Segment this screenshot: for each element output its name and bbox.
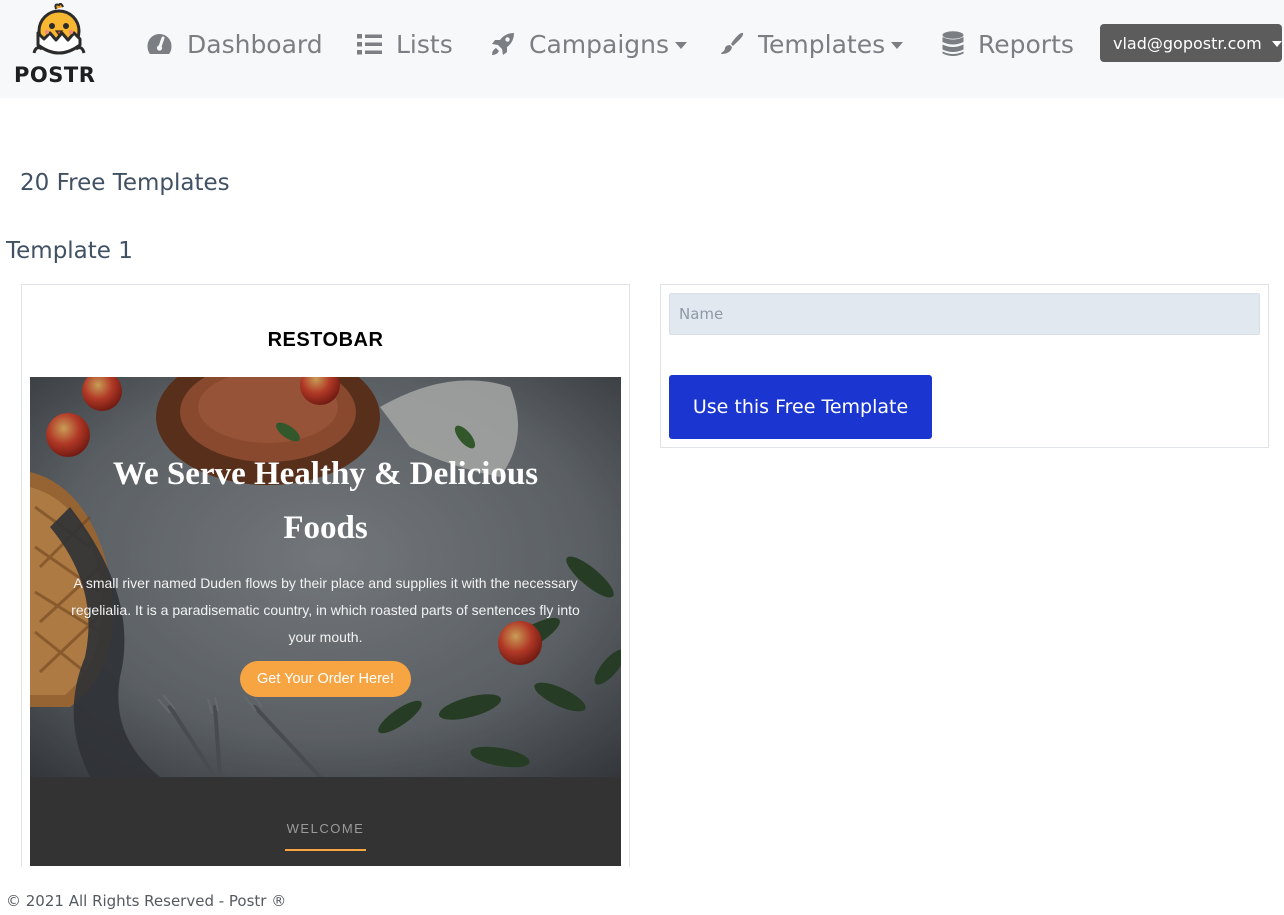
preview-hero: We Serve Healthy & Delicious Foods A sma… [30, 377, 621, 777]
template-preview: RESTOBAR We Serve Healthy & Delicious Fo… [21, 284, 630, 866]
postr-logo[interactable]: POSTR [12, 3, 102, 88]
welcome-section: WELCOME [30, 777, 621, 866]
welcome-underline [285, 849, 366, 851]
nav-campaigns[interactable]: Campaigns [491, 26, 688, 62]
rocket-icon [491, 32, 515, 56]
name-input[interactable] [669, 293, 1260, 335]
use-template-button[interactable]: Use this Free Template [669, 375, 932, 439]
order-button[interactable]: Get Your Order Here! [240, 661, 411, 697]
gauge-icon [146, 32, 173, 56]
nav-templates-label: Templates [758, 29, 886, 59]
hero-description: A small river named Duden flows by their… [71, 575, 580, 645]
nav-lists[interactable]: Lists [357, 26, 453, 62]
nav-lists-label: Lists [396, 29, 453, 59]
nav-templates[interactable]: Templates [720, 26, 904, 62]
logo-wordmark: POSTR [14, 63, 96, 87]
welcome-label: WELCOME [286, 821, 365, 836]
page-title: 20 Free Templates [20, 170, 230, 196]
preview-brand-title: RESTOBAR [267, 329, 384, 351]
chevron-down-icon [675, 41, 688, 49]
chick-mascot-icon [32, 3, 86, 55]
nav-reports-label: Reports [978, 29, 1074, 59]
paint-brush-icon [720, 32, 744, 56]
nav-reports[interactable]: Reports [942, 26, 1074, 62]
template-title: Template 1 [6, 238, 133, 264]
hero-title: We Serve Healthy & Delicious Foods [112, 456, 539, 546]
nav-campaigns-label: Campaigns [529, 29, 670, 59]
user-email: vlad@gopostr.com [1113, 33, 1262, 53]
template-form: Use this Free Template [660, 284, 1269, 448]
footer-copyright: © 2021 All Rights Reserved - Postr ® [6, 892, 287, 910]
top-navbar: POSTR Dashboard Lists Campaigns Template… [0, 0, 1284, 98]
list-icon [357, 33, 382, 55]
user-menu-button[interactable]: vlad@gopostr.com [1100, 24, 1282, 62]
nav-dashboard[interactable]: Dashboard [146, 26, 323, 62]
chevron-down-icon [891, 41, 904, 49]
chevron-down-icon [1271, 41, 1282, 47]
nav-dashboard-label: Dashboard [187, 29, 323, 59]
database-icon [942, 31, 964, 57]
